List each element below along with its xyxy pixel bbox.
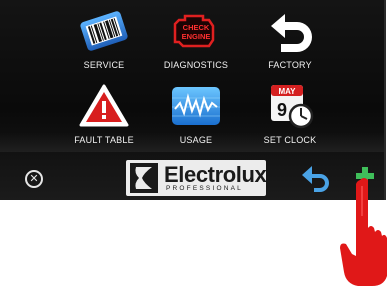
warning-icon (77, 83, 131, 129)
usage-label: USAGE (179, 135, 213, 145)
svg-text:ENGINE: ENGINE (182, 32, 211, 41)
pointing-hand-icon (338, 176, 388, 288)
close-circle-icon[interactable]: ✕ (25, 170, 43, 188)
electrolux-logo: Electrolux PROFESSIONAL (126, 160, 267, 196)
diagnostics-label: DIAGNOSTICS (163, 60, 229, 70)
calendar-clock-icon: MAY 9 (263, 83, 317, 129)
service-button[interactable]: SERVICE (54, 8, 154, 70)
electrolux-mark-icon (130, 163, 158, 193)
svg-text:CHECK: CHECK (183, 23, 210, 32)
check-engine-icon: CHECK ENGINE (169, 8, 223, 54)
brand-subtitle: PROFESSIONAL (166, 185, 243, 192)
set-clock-button[interactable]: MAY 9 SET CLOCK (240, 83, 340, 145)
undo-arrow-icon (263, 8, 317, 54)
back-arrow-icon[interactable] (300, 164, 332, 192)
factory-label: FACTORY (268, 60, 312, 70)
usage-button[interactable]: USAGE (146, 83, 246, 145)
factory-button[interactable]: FACTORY (240, 8, 340, 70)
set-clock-label: SET CLOCK (263, 135, 317, 145)
barcode-icon (77, 8, 131, 54)
usage-graph-icon (169, 83, 223, 129)
svg-text:9: 9 (277, 100, 287, 120)
fault-table-button[interactable]: FAULT TABLE (54, 83, 154, 145)
fault-table-label: FAULT TABLE (74, 135, 134, 145)
svg-text:MAY: MAY (278, 87, 296, 96)
service-label: SERVICE (83, 60, 125, 70)
diagnostics-button[interactable]: CHECK ENGINE DIAGNOSTICS (146, 8, 246, 70)
